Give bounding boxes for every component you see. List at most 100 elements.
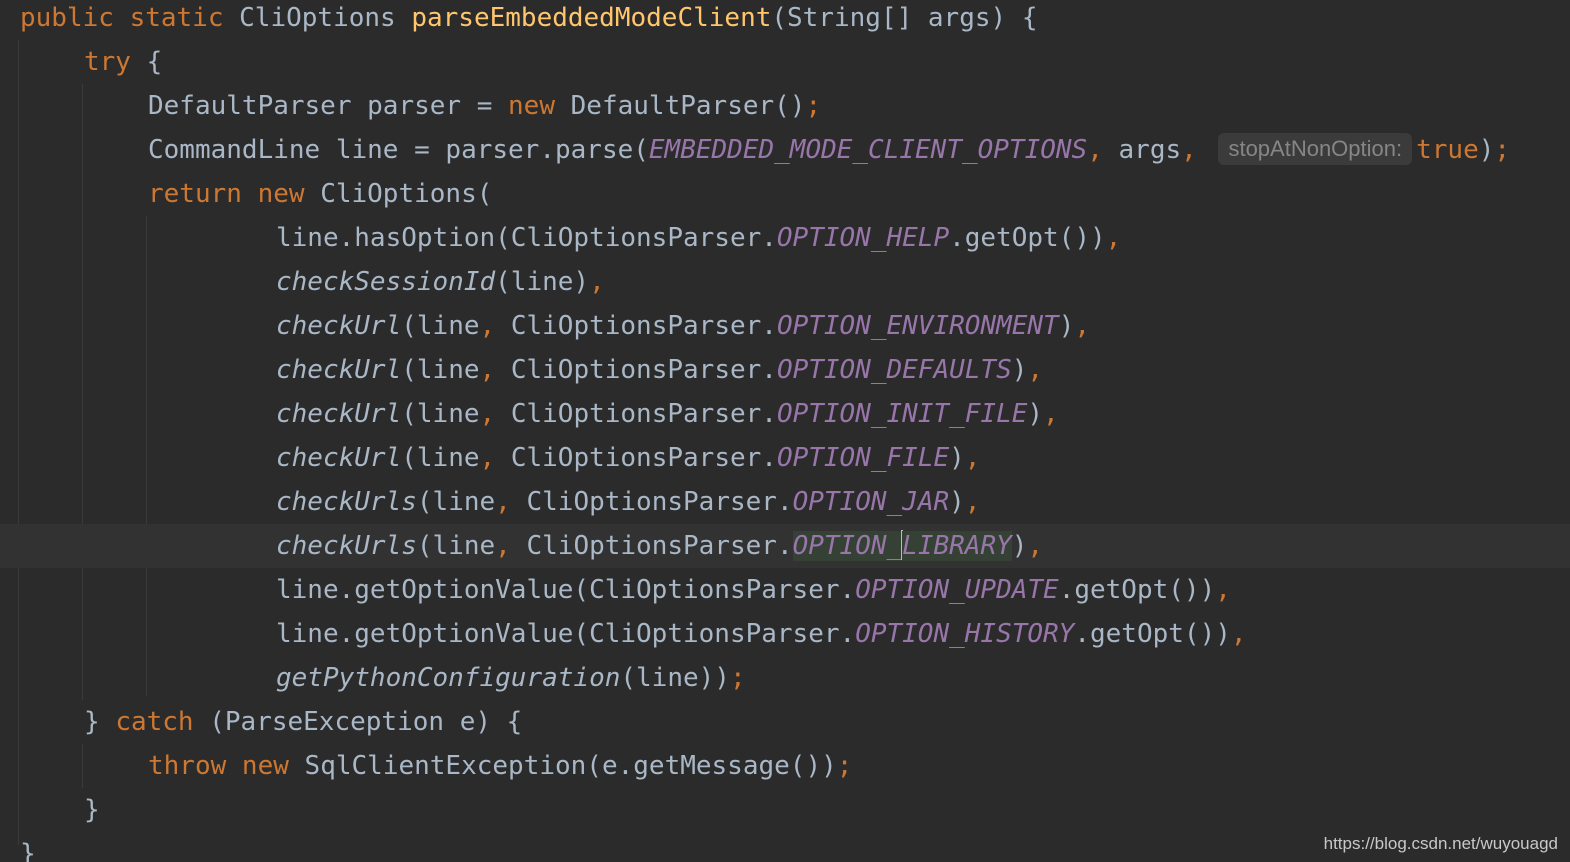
code-keyword: ,: [1027, 355, 1044, 385]
code-keyword: ,: [1043, 399, 1059, 429]
code-text: (line)): [620, 663, 730, 693]
code-line[interactable]: return new CliOptions(: [0, 172, 1570, 216]
code-static-method-call: checkUrl: [276, 443, 402, 473]
code-keyword: ,: [1181, 135, 1213, 165]
code-line[interactable]: DefaultParser parser = new DefaultParser…: [0, 84, 1570, 128]
code-static-field: OPTION_HISTORY: [855, 619, 1075, 649]
code-line[interactable]: throw new SqlClientException(e.getMessag…: [0, 744, 1570, 788]
code-keyword: ,: [495, 531, 527, 561]
code-static-method-call: getPythonConfiguration: [276, 663, 621, 693]
code-keyword: ,: [479, 311, 511, 341]
code-text: CliOptionsParser.: [510, 311, 777, 341]
code-text: (line: [401, 355, 480, 385]
code-keyword: ;: [836, 751, 853, 781]
code-text: DefaultParser(): [570, 91, 806, 121]
code-line[interactable]: checkUrl(line, CliOptionsParser.OPTION_E…: [0, 304, 1570, 348]
code-static-method-call: checkSessionId: [276, 267, 496, 297]
code-text: (line: [416, 487, 496, 517]
code-keyword: return new: [148, 179, 321, 209]
code-keyword: catch: [115, 707, 210, 737]
code-text: CliOptionsParser.: [510, 443, 777, 473]
code-text: line.hasOption(CliOptionsParser.: [276, 223, 777, 253]
code-line[interactable]: checkUrl(line, CliOptionsParser.OPTION_F…: [0, 436, 1570, 480]
code-line[interactable]: } catch (ParseException e) {: [0, 700, 1570, 744]
code-line[interactable]: line.getOptionValue(CliOptionsParser.OPT…: [0, 612, 1570, 656]
code-text: DefaultParser parser =: [148, 91, 509, 121]
code-text: CliOptionsParser.: [510, 399, 777, 429]
code-keyword: throw new: [148, 751, 305, 781]
code-keyword: ,: [1027, 531, 1044, 561]
code-text: ): [1011, 355, 1028, 385]
code-keyword: ,: [964, 443, 981, 473]
code-keyword: ,: [964, 487, 981, 517]
code-editor[interactable]: public static CliOptions parseEmbeddedMo…: [0, 0, 1570, 862]
code-keyword: ;: [729, 663, 746, 693]
code-text: SqlClientException(e.getMessage()): [304, 751, 837, 781]
code-static-method-call: checkUrls: [276, 531, 417, 561]
code-line[interactable]: checkUrls(line, CliOptionsParser.OPTION_…: [0, 480, 1570, 524]
code-text: (ParseException e) {: [209, 707, 523, 737]
code-text: (line): [495, 267, 590, 297]
code-keyword: ,: [479, 355, 511, 385]
code-text: (line: [401, 311, 480, 341]
code-text: }: [84, 795, 100, 825]
code-keyword: ,: [1215, 575, 1231, 605]
code-line[interactable]: try {: [0, 40, 1570, 84]
code-text: CliOptionsParser.: [510, 355, 777, 385]
code-line[interactable]: public static CliOptions parseEmbeddedMo…: [0, 0, 1570, 40]
code-static-method-call: checkUrls: [276, 487, 417, 517]
code-line[interactable]: line.getOptionValue(CliOptionsParser.OPT…: [0, 568, 1570, 612]
code-static-field: OPTION_FILE: [776, 443, 950, 473]
code-text: (line: [401, 399, 480, 429]
watermark-url: https://blog.csdn.net/wuyouagd: [1323, 834, 1558, 853]
code-keyword: try: [84, 47, 147, 77]
code-text: ): [1027, 399, 1044, 429]
code-line[interactable]: checkUrl(line, CliOptionsParser.OPTION_I…: [0, 392, 1570, 436]
code-text: ): [949, 487, 965, 517]
code-text: {: [146, 47, 163, 77]
code-static-field: OPTION_DEFAULTS: [776, 355, 1012, 385]
code-text: }: [20, 839, 36, 862]
code-text: CliOptionsParser.: [526, 487, 793, 517]
code-static-method-call: checkUrl: [276, 355, 402, 385]
code-line[interactable]: line.hasOption(CliOptionsParser.OPTION_H…: [0, 216, 1570, 260]
code-text: .getOpt()): [1074, 619, 1231, 649]
code-keyword: ,: [1074, 311, 1091, 341]
code-keyword: public static: [20, 3, 240, 33]
code-static-field: OPTION_ENVIRONMENT: [776, 311, 1059, 341]
code-static-field: EMBEDDED_MODE_CLIENT_OPTIONS: [648, 135, 1088, 165]
code-keyword: ,: [479, 443, 511, 473]
code-text: .getOpt()): [949, 223, 1106, 253]
code-text: ): [1058, 311, 1075, 341]
code-keyword: ,: [1105, 223, 1122, 253]
code-static-field: OPTION_HELP: [776, 223, 950, 253]
code-text: line.getOptionValue(CliOptionsParser.: [276, 619, 856, 649]
code-text: CliOptionsParser.: [526, 531, 793, 561]
code-keyword: ,: [495, 487, 527, 517]
code-line[interactable]: checkUrl(line, CliOptionsParser.OPTION_D…: [0, 348, 1570, 392]
code-static-field: OPTION_INIT_FILE: [776, 399, 1028, 429]
code-line[interactable]: CommandLine line = parser.parse(EMBEDDED…: [0, 128, 1570, 172]
code-method-declaration: parseEmbeddedModeClient: [411, 3, 772, 33]
code-text: args: [1118, 135, 1182, 165]
code-text: line.getOptionValue(CliOptionsParser.: [276, 575, 856, 605]
code-line[interactable]: }: [0, 788, 1570, 832]
code-text: (line: [416, 531, 496, 561]
code-text: ): [1011, 531, 1028, 561]
code-keyword: ,: [589, 267, 605, 297]
code-static-field-highlighted: LIBRARY: [902, 531, 1012, 561]
code-keyword: ,: [479, 399, 511, 429]
code-line[interactable]: getPythonConfiguration(line));: [0, 656, 1570, 700]
code-static-field: OPTION_UPDATE: [855, 575, 1059, 605]
code-line-current[interactable]: checkUrls(line, CliOptionsParser.OPTION_…: [0, 524, 1570, 568]
code-text: .getOpt()): [1058, 575, 1216, 605]
code-text: ): [1478, 135, 1495, 165]
code-line[interactable]: checkSessionId(line),: [0, 260, 1570, 304]
code-keyword: ;: [1494, 135, 1511, 165]
parameter-hint: stopAtNonOption:: [1218, 133, 1413, 165]
code-text: CliOptions(: [320, 179, 493, 209]
code-keyword: new: [508, 91, 571, 121]
code-text: ): [949, 443, 965, 473]
code-text: (line: [401, 443, 480, 473]
code-text: CommandLine line = parser.parse(: [148, 135, 649, 165]
